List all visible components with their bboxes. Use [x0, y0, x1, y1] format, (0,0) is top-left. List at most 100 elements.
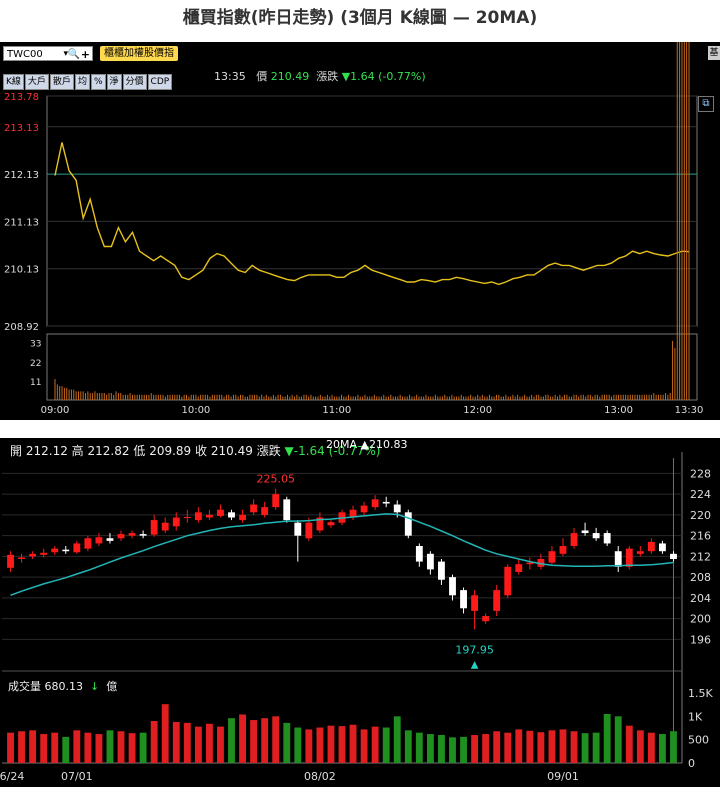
candle-body [515, 564, 523, 572]
volume-bar [471, 735, 479, 763]
time-tick-label: 09:00 [41, 405, 70, 416]
min-price-label: 197.95 [455, 643, 494, 656]
volume-bar [449, 737, 456, 763]
time-tick-label: 11:00 [322, 405, 351, 416]
price-tick-label: 213.78 [4, 92, 39, 103]
volume-bar [338, 726, 346, 763]
candle-body [449, 577, 456, 596]
price-tick-label: 228 [690, 467, 711, 480]
volume-bar [581, 733, 589, 763]
candle-body [294, 522, 302, 536]
volume-bar [327, 725, 335, 763]
candle-body [40, 552, 48, 555]
intraday-panel: TWC00 ▾ 🔍 + 櫃櫃加權股價指 基 K線 大戶 散戶均% 淨分價 CDP 13:… [0, 42, 720, 420]
volume-bar [659, 734, 666, 763]
volume-bar [40, 734, 48, 763]
volume-bar [592, 732, 600, 763]
candle-body [415, 546, 423, 562]
candle-body [51, 548, 59, 553]
candle-body [261, 507, 269, 515]
price-tick-label: 200 [690, 613, 711, 626]
price-tick-label: 208 [690, 571, 711, 584]
volume-bar [217, 726, 224, 763]
candle-body [139, 534, 147, 536]
volume-bar [349, 724, 357, 763]
volume-bar [393, 716, 401, 763]
volume-bar [128, 733, 136, 763]
candle-body [526, 562, 534, 565]
candle-body [592, 533, 600, 539]
volume-bar [161, 704, 169, 763]
volume-bar [559, 729, 567, 763]
volume-bar [614, 716, 622, 763]
candle-body [382, 501, 390, 504]
candle-body [183, 516, 191, 518]
volume-bar [18, 731, 25, 763]
candle-body [217, 509, 224, 516]
price-tick-label: 220 [690, 509, 711, 522]
candle-body [161, 522, 169, 531]
volume-bar [460, 736, 467, 763]
candle-body [272, 494, 280, 508]
candle-body [438, 561, 445, 580]
candle-body [636, 551, 644, 554]
volume-tick-label: 22 [30, 359, 41, 369]
time-tick-label: 13:30 [675, 405, 704, 416]
candle-body [194, 512, 202, 521]
ma20-line [10, 513, 674, 597]
volume-bar [205, 723, 213, 763]
price-tick-label: 210.13 [4, 265, 39, 276]
intraday-chart: 213.78 213.13 212.13 211.13 210.13 208.92 33 22… [4, 42, 704, 416]
volume-bar [183, 722, 191, 763]
candle-body [548, 551, 556, 563]
volume-tick-label: 33 [30, 340, 41, 350]
price-tick-label: 224 [690, 488, 711, 501]
volume-bar [515, 729, 523, 763]
volume-bar [250, 720, 258, 763]
volume-bar [438, 735, 445, 763]
volume-tick-label: 11 [30, 378, 41, 388]
volume-bar [382, 727, 390, 763]
candle-body [625, 548, 633, 567]
time-tick-label: 12:00 [463, 405, 492, 416]
volume-bar [73, 730, 81, 763]
volume-tick-label: 1.5K [688, 687, 713, 700]
candle-body [73, 543, 81, 553]
page-title: 櫃買指數(昨日走勢) (3個月 K線圖 — 20MA) [182, 8, 538, 28]
candle-body [150, 520, 158, 535]
price-tick-label: 196 [690, 633, 711, 646]
volume-bar [84, 732, 92, 763]
volume-bar [603, 714, 611, 763]
volume-bar [261, 718, 269, 763]
candle-body [205, 514, 213, 518]
candle-body [62, 549, 70, 552]
volume-bar [670, 731, 677, 763]
volume-bar [272, 716, 280, 763]
candle-body [327, 522, 335, 526]
date-tick-label: 08/02 [304, 770, 336, 783]
candle-body [647, 541, 655, 552]
candle-body [559, 546, 567, 554]
price-tick-label: 213.13 [4, 123, 39, 134]
volume-bar [316, 727, 324, 763]
volume-bar [647, 732, 655, 763]
volume-bar [172, 721, 180, 763]
volume-plot-frame [46, 333, 698, 401]
time-tick-label: 13:00 [604, 405, 633, 416]
candle-body [570, 533, 578, 547]
date-tick-label: 6/24 [0, 770, 24, 783]
volume-bar [62, 736, 70, 763]
volume-bar [404, 730, 412, 763]
candle-body [670, 553, 677, 559]
daily-chart: 228 224 220 216 212 208 204 200 196 225.05 197.95 ▲… [0, 452, 713, 783]
volume-bar [504, 732, 512, 763]
candle-body [460, 590, 467, 609]
volume-bar [426, 734, 434, 763]
candle-body [18, 557, 25, 559]
min-price-marker-icon: ▲ [471, 659, 479, 670]
volume-bar [239, 714, 246, 763]
volume-bar [482, 734, 490, 763]
volume-bar [7, 732, 14, 763]
price-tick-label: 212 [690, 550, 711, 563]
volume-bar [283, 722, 291, 763]
